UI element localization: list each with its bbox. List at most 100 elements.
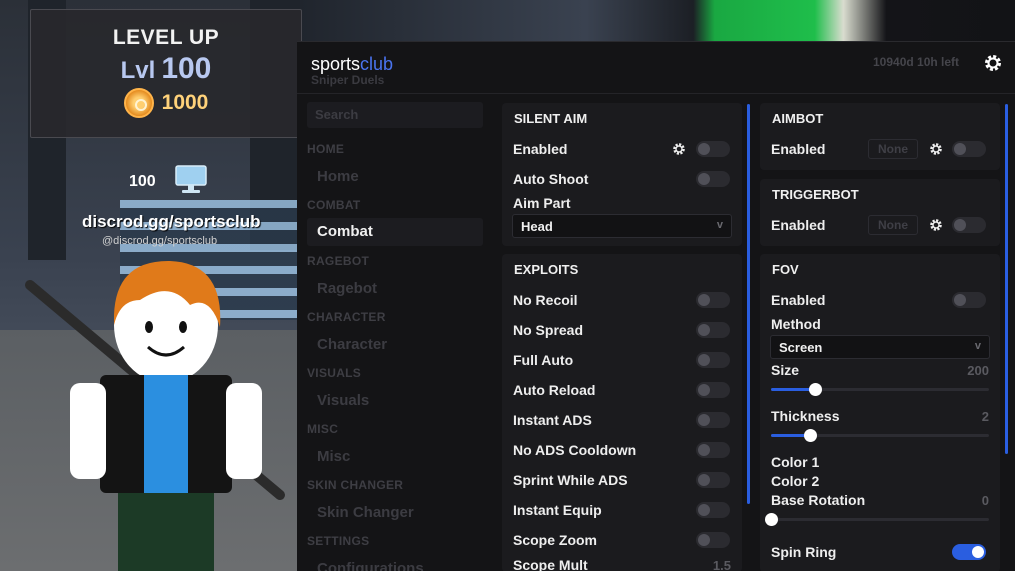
nav-item-skin-changer[interactable]: Skin Changer	[307, 499, 483, 527]
exploit-toggle[interactable]	[696, 352, 730, 368]
fov-base-rotation-slider-knob[interactable]	[765, 513, 778, 526]
exploits-title: EXPLOITS	[514, 262, 579, 277]
menu-header: sportsclub Sniper Duels 10940d 10h left	[297, 42, 1015, 94]
player-avatar	[25, 260, 285, 571]
aimbot-enabled-toggle[interactable]	[952, 141, 986, 157]
exploit-toggle[interactable]	[696, 502, 730, 518]
triggerbot-enabled-toggle[interactable]	[952, 217, 986, 233]
fov-method-value: Screen	[779, 340, 823, 355]
exploit-toggle[interactable]	[696, 472, 730, 488]
player-handle: @discrod.gg/sportsclub	[102, 235, 218, 247]
player-count: 100	[129, 173, 156, 190]
exploit-toggle[interactable]	[696, 412, 730, 428]
settings-gear-icon[interactable]	[983, 53, 1003, 73]
search-input[interactable]: Search	[307, 102, 483, 128]
nav-item-home[interactable]: Home	[307, 163, 483, 191]
aimbot-title: AIMBOT	[772, 111, 824, 126]
exploit-label: Auto Reload	[513, 382, 596, 398]
exploit-toggle[interactable]	[696, 382, 730, 398]
fov-panel: FOV Enabled Method Screen v Size 200 Thi…	[760, 254, 1000, 571]
level-up-title: LEVEL UP	[112, 26, 220, 49]
nav-section-character: CHARACTER	[307, 310, 386, 324]
coin-value: 1000	[161, 91, 209, 114]
aimbot-settings-gear-icon[interactable]	[929, 142, 943, 156]
silent-aim-settings-gear-icon[interactable]	[672, 142, 686, 156]
aimbot-panel: AIMBOT Enabled None	[760, 103, 1000, 170]
aimbot-enabled-label: Enabled	[771, 141, 826, 157]
fov-base-rotation-value: 0	[981, 493, 989, 508]
fov-thickness-slider[interactable]	[771, 429, 989, 442]
coin-icon	[123, 88, 154, 118]
silent-aim-panel: SILENT AIM Enabled Auto Shoot Aim Part H…	[502, 103, 742, 246]
nav-item-configurations[interactable]: Configurations	[307, 555, 483, 571]
silent-aim-enabled-label: Enabled	[513, 141, 568, 157]
fov-base-rotation-slider[interactable]	[765, 513, 989, 526]
exploit-label: Full Auto	[513, 352, 574, 368]
fov-enabled-toggle[interactable]	[952, 292, 986, 308]
exploit-label: No Recoil	[513, 292, 578, 308]
silent-aim-enabled-toggle[interactable]	[696, 141, 730, 157]
fov-size-value: 200	[967, 363, 989, 378]
aim-part-label: Aim Part	[513, 195, 571, 211]
sidebar: Search HOME Home COMBAT Combat RAGEBOT R…	[297, 94, 495, 571]
exploit-label: Scope Zoom	[513, 532, 598, 548]
spin-ring-toggle[interactable]	[952, 544, 986, 560]
fov-thickness-slider-knob[interactable]	[804, 429, 818, 442]
fov-color1-label[interactable]: Color 1	[771, 454, 819, 470]
game-scenery-top	[300, 0, 1015, 42]
fov-thickness-value: 2	[981, 409, 989, 424]
nav-section-home: HOME	[307, 142, 345, 156]
exploit-toggle[interactable]	[696, 292, 730, 308]
exploit-label: No Spread	[513, 322, 584, 338]
exploit-toggle[interactable]	[696, 322, 730, 338]
right-column-scrollbar[interactable]	[1005, 104, 1008, 454]
exploit-toggle[interactable]	[696, 442, 730, 458]
nav-section-skin-changer: SKIN CHANGER	[307, 478, 404, 492]
fov-base-rotation-label: Base Rotation	[771, 492, 866, 508]
exploit-label: No ADS Cooldown	[513, 442, 637, 458]
triggerbot-enabled-label: Enabled	[771, 217, 826, 233]
level-up-card: LEVEL UP Lvl 100 1000	[30, 9, 302, 138]
brand-logo: sportsclub	[311, 54, 394, 74]
nav-section-misc: MISC	[307, 422, 339, 436]
nav-item-visuals[interactable]: Visuals	[307, 387, 483, 415]
nav-item-combat[interactable]: Combat	[307, 218, 483, 246]
game-subtitle: Sniper Duels	[311, 73, 385, 87]
exploit-toggle[interactable]	[696, 532, 730, 548]
fov-color2-label[interactable]: Color 2	[771, 473, 819, 489]
exploits-panel: EXPLOITS No Recoil No Spread Full Auto Auto…	[502, 254, 742, 571]
nav-item-character[interactable]: Character	[307, 331, 483, 359]
aim-part-value: Head	[521, 219, 553, 234]
chevron-down-icon: v	[974, 340, 981, 352]
monitor-icon	[175, 165, 207, 193]
auto-shoot-toggle[interactable]	[696, 171, 730, 187]
aim-part-dropdown[interactable]: Head v	[512, 214, 732, 238]
nav-section-visuals: VISUALS	[307, 366, 362, 380]
nav-section-settings: SETTINGS	[307, 534, 370, 548]
fov-method-dropdown[interactable]: Screen v	[770, 335, 990, 359]
fov-size-slider-knob[interactable]	[808, 383, 822, 396]
exploit-label: Sprint While ADS	[513, 472, 628, 488]
triggerbot-keybind[interactable]: None	[868, 215, 918, 235]
cheat-menu-window[interactable]: sportsclub Sniper Duels 10940d 10h left …	[297, 41, 1015, 571]
nav-section-ragebot: RAGEBOT	[307, 254, 370, 268]
fov-size-slider[interactable]	[771, 383, 989, 396]
scope-mult-label: Scope Mult	[513, 557, 588, 571]
spin-ring-label: Spin Ring	[771, 544, 837, 560]
level-display: Lvl 100	[31, 52, 301, 86]
fov-enabled-label: Enabled	[771, 292, 826, 308]
triggerbot-panel: TRIGGERBOT Enabled None	[760, 179, 1000, 246]
player-name-tag: discrod.gg/sportsclub	[82, 212, 261, 231]
aimbot-keybind[interactable]: None	[868, 139, 918, 159]
nav-item-misc[interactable]: Misc	[307, 443, 483, 471]
level-value: 100	[161, 52, 212, 85]
silent-aim-title: SILENT AIM	[514, 111, 588, 126]
triggerbot-title: TRIGGERBOT	[772, 187, 859, 202]
triggerbot-settings-gear-icon[interactable]	[929, 218, 943, 232]
nav-item-ragebot[interactable]: Ragebot	[307, 275, 483, 303]
license-time-left: 10940d 10h left	[873, 55, 960, 69]
fov-size-label: Size	[771, 362, 800, 378]
auto-shoot-label: Auto Shoot	[513, 171, 589, 187]
middle-column-scrollbar[interactable]	[747, 104, 750, 504]
fov-method-label: Method	[771, 316, 821, 332]
